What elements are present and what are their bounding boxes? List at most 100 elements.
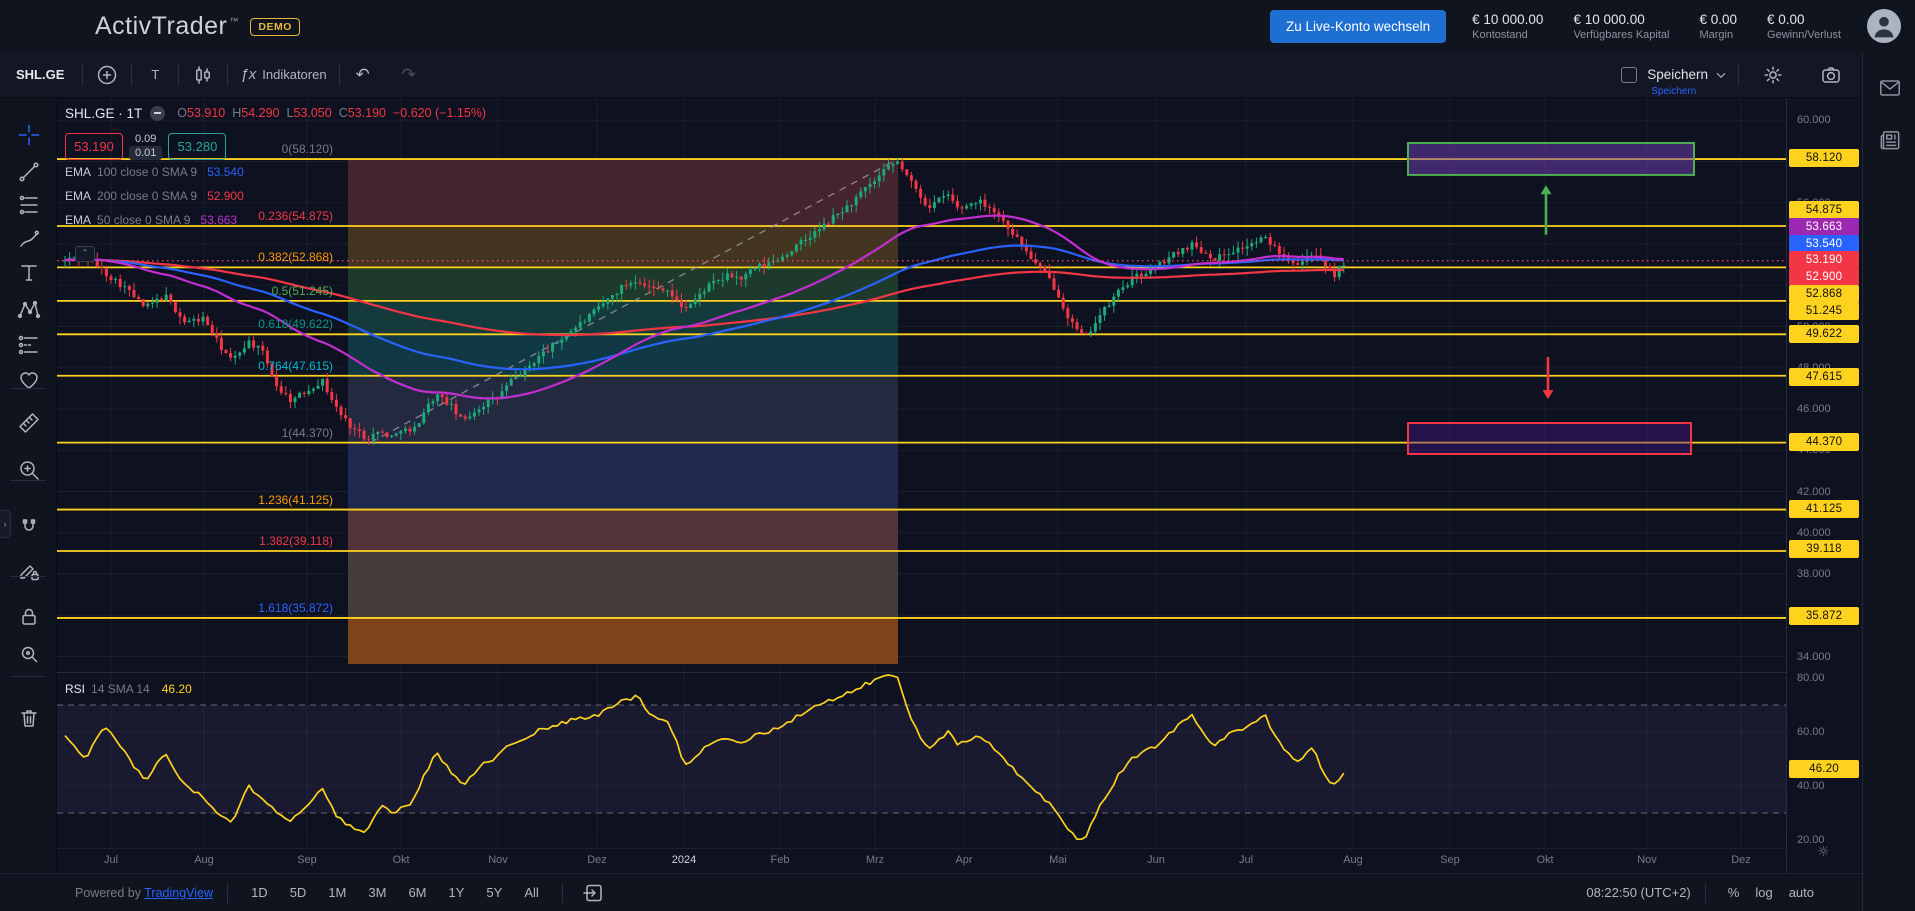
drawing-rectangle-2[interactable] — [1408, 423, 1691, 454]
ema-value: 53.540 — [207, 165, 244, 179]
undo-button[interactable]: ↶ — [344, 56, 382, 94]
timeframe-1m[interactable]: 1M — [319, 880, 355, 905]
account-stat: € 0.00Margin — [1699, 12, 1737, 41]
tool-brush[interactable] — [14, 225, 44, 255]
divider — [131, 64, 132, 86]
tool-heart[interactable] — [14, 365, 44, 395]
compare-add-button[interactable] — [87, 56, 127, 94]
save-layout-checkbox[interactable] — [1621, 67, 1637, 83]
timeframe-switcher: 1D5D1M3M6M1Y5YAll — [242, 880, 548, 905]
price-badge-53.663: 53.663 — [1789, 218, 1859, 236]
timeframe-3m[interactable]: 3M — [359, 880, 395, 905]
symbol-button[interactable]: SHL.GE — [16, 67, 64, 82]
ema-100-legend[interactable]: EMA 100 close 0 SMA 9 53.540 — [65, 160, 486, 184]
chart-region[interactable]: JulAugSepOktNovDez2024FebMrzAprMaiJunJul… — [57, 98, 1786, 873]
time-axis[interactable]: JulAugSepOktNovDez2024FebMrzAprMaiJunJul… — [57, 848, 1786, 873]
timeframe-all[interactable]: All — [515, 880, 547, 905]
buy-button[interactable]: 53.280 — [168, 133, 226, 160]
axis-settings-icon[interactable]: ☼ — [1817, 844, 1830, 860]
messages-button[interactable] — [1876, 74, 1904, 102]
chart-toolbar: SHL.GE T ƒx Indikatoren ↶ ↷ Speichern — [0, 52, 1915, 98]
undo-icon: ↶ — [355, 65, 369, 85]
snapshot-button[interactable] — [1811, 56, 1851, 94]
drawing-rectangle-1[interactable] — [1408, 143, 1694, 175]
gear-icon — [1761, 63, 1785, 87]
price-badge-46.20: 46.20 — [1789, 760, 1859, 778]
interval-button[interactable]: T — [136, 56, 174, 94]
save-menu[interactable]: Speichern Speichern — [1647, 67, 1728, 82]
avatar[interactable] — [1867, 9, 1901, 43]
chart-settings-button[interactable] — [1753, 56, 1793, 94]
news-button[interactable] — [1876, 126, 1904, 154]
divider — [10, 576, 46, 577]
tool-trend-line[interactable] — [14, 157, 44, 187]
tool-text[interactable] — [14, 258, 44, 288]
price-axis[interactable]: ☼ 60.00058.00056.00054.00052.00050.00048… — [1786, 98, 1862, 873]
stat-label: Verfügbares Kapital — [1573, 29, 1669, 41]
price-badge-47.615: 47.615 — [1789, 368, 1859, 386]
header-right: Zu Live-Konto wechseln € 10 000.00Kontos… — [1270, 9, 1901, 43]
tradingview-link[interactable]: TradingView — [144, 886, 213, 900]
time-label-sep: Sep — [297, 854, 317, 866]
timeframe-6m[interactable]: 6M — [399, 880, 435, 905]
rsi-legend[interactable]: RSI 14 SMA 14 46.20 — [65, 682, 192, 696]
ema-50-legend[interactable]: EMA 50 close 0 SMA 9 53.663 — [65, 208, 486, 232]
tool-remove-drawings[interactable] — [14, 703, 44, 733]
zoom-in-icon — [17, 458, 41, 482]
tool-lock-drawings[interactable] — [14, 602, 44, 632]
bottom-toolbar: Powered by TradingView 1D5D1M3M6M1Y5YAll… — [0, 873, 1862, 911]
powered-by: Powered by TradingView — [75, 886, 213, 900]
ohlc-item: C53.190 — [339, 106, 386, 120]
goto-date-button[interactable] — [577, 879, 609, 907]
drawing-arrow-up[interactable] — [1541, 185, 1552, 235]
time-label-okt: Okt — [392, 854, 409, 866]
tool-forecast[interactable] — [14, 330, 44, 360]
spread-value: 0.01 — [129, 146, 162, 160]
redo-button[interactable]: ↷ — [390, 56, 428, 94]
indicators-button[interactable]: ƒx Indikatoren — [232, 56, 334, 94]
ema-200-legend[interactable]: EMA 200 close 0 SMA 9 52.900 — [65, 184, 486, 208]
price-badge-49.622: 49.622 — [1789, 325, 1859, 343]
time-label-okt: Okt — [1536, 854, 1553, 866]
rsi-pane[interactable] — [57, 672, 1786, 848]
timeframe-5d[interactable]: 5D — [281, 880, 316, 905]
log-scale-button[interactable]: log — [1747, 881, 1780, 904]
rsi-name: RSI — [65, 682, 85, 696]
price-tick: 40.000 — [1787, 527, 1862, 539]
clock[interactable]: 08:22:50 (UTC+2) — [1586, 885, 1690, 900]
tool-fib-retracement[interactable] — [14, 190, 44, 220]
rsi-tick: 60.00 — [1787, 726, 1862, 738]
tool-magnet[interactable] — [14, 513, 44, 543]
ema-value: 53.663 — [200, 213, 237, 227]
divider — [10, 676, 46, 677]
drawing-arrow-down[interactable] — [1543, 357, 1554, 399]
ema-name: EMA — [65, 165, 91, 179]
legend-symbol-title[interactable]: SHL.GE · 1T — [65, 106, 142, 121]
price-tick: 38.000 — [1787, 568, 1862, 580]
tool-drawing-lock[interactable] — [14, 556, 44, 586]
rsi-band — [57, 705, 1786, 813]
ema-params: 50 close 0 SMA 9 — [97, 213, 190, 227]
change-value: −0.620 (−1.15%) — [393, 106, 486, 120]
sell-button[interactable]: 53.190 — [65, 133, 123, 160]
stat-label: Kontostand — [1472, 29, 1543, 41]
auto-scale-button[interactable]: auto — [1781, 881, 1822, 904]
newspaper-icon — [1877, 127, 1903, 153]
tool-xabcd-pattern[interactable] — [14, 295, 44, 325]
percent-scale-button[interactable]: % — [1720, 881, 1748, 904]
rsi-params: 14 SMA 14 — [91, 682, 150, 696]
timeframe-5y[interactable]: 5Y — [477, 880, 511, 905]
timeframe-1y[interactable]: 1Y — [440, 880, 474, 905]
ema-name: EMA — [65, 213, 91, 227]
timeframe-1d[interactable]: 1D — [242, 880, 277, 905]
remove-drawings-icon — [17, 706, 41, 730]
divider — [178, 64, 179, 86]
price-badge-44.370: 44.370 — [1789, 433, 1859, 451]
collapse-arrow-button[interactable]: ˆ — [75, 246, 95, 262]
tool-hide-marks[interactable] — [14, 640, 44, 670]
tool-ruler[interactable] — [14, 408, 44, 438]
switch-to-live-button[interactable]: Zu Live-Konto wechseln — [1270, 10, 1446, 43]
object-tree-expand-tab[interactable]: › — [0, 510, 11, 538]
tool-crosshair[interactable] — [14, 120, 44, 150]
chart-type-button[interactable] — [183, 56, 223, 94]
